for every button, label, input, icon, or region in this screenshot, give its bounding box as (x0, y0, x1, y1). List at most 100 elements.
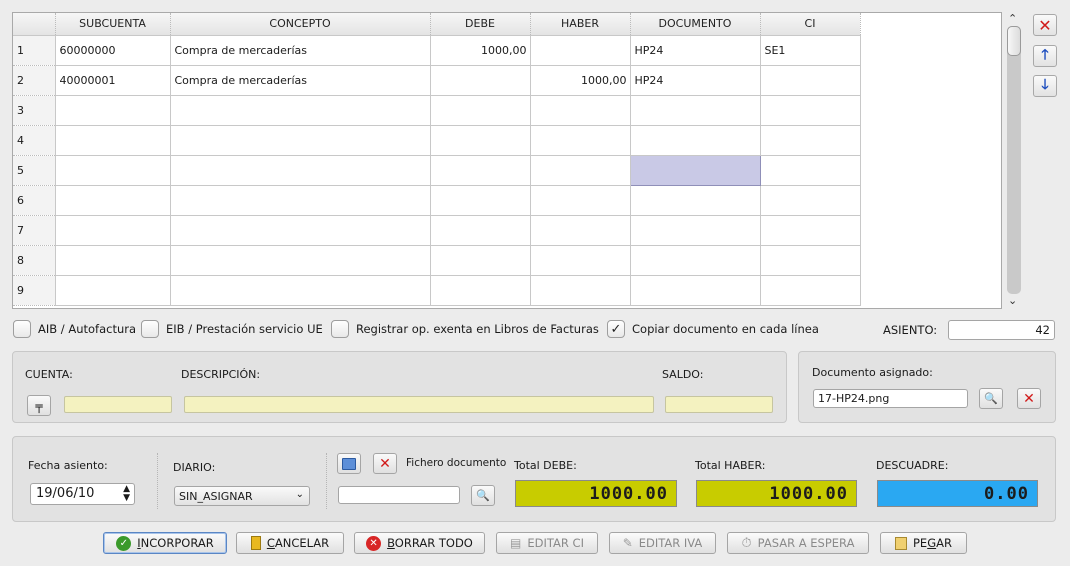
cell-subcuenta[interactable] (55, 245, 171, 276)
checkbox-box[interactable] (331, 320, 349, 338)
row-number[interactable]: 2 (13, 65, 56, 96)
table-row[interactable]: 2 40000001 Compra de mercaderías 1000,00… (13, 65, 861, 96)
pasar-a-espera-button[interactable]: ⏱ PASAR A ESPERA (727, 532, 869, 554)
column-header-concepto[interactable]: CONCEPTO (170, 13, 431, 36)
cell-documento[interactable]: HP24 (630, 35, 761, 66)
cell-ci[interactable] (760, 245, 861, 276)
cell-concepto[interactable]: Compra de mercaderías (170, 65, 431, 96)
cell-concepto[interactable] (170, 215, 431, 246)
scroll-down-arrow-icon[interactable]: ⌄ (1008, 294, 1017, 307)
cell-haber[interactable] (530, 155, 631, 186)
cell-debe[interactable] (430, 215, 531, 246)
cell-haber[interactable] (530, 245, 631, 276)
saldo-field[interactable] (665, 396, 773, 413)
row-number[interactable]: 6 (13, 185, 56, 216)
registrar-exenta-checkbox[interactable]: Registrar op. exenta en Libros de Factur… (331, 320, 599, 338)
cell-debe[interactable] (430, 155, 531, 186)
cell-debe[interactable] (430, 95, 531, 126)
cell-concepto[interactable] (170, 155, 431, 186)
eib-prestacion-checkbox[interactable]: EIB / Prestación servicio UE (141, 320, 323, 338)
delete-line-button[interactable]: ✕ (1033, 14, 1057, 36)
diario-select[interactable]: SIN_ASIGNAR ⌄ (174, 486, 310, 506)
cell-debe[interactable] (430, 275, 531, 306)
documento-asignado-field[interactable]: 17-HP24.png (813, 389, 968, 408)
incorporar-button[interactable]: ✓ INCORPORAR (103, 532, 227, 554)
table-row[interactable]: 7 (13, 215, 861, 246)
table-row[interactable]: 8 (13, 245, 861, 276)
row-number[interactable]: 3 (13, 95, 56, 126)
move-line-up-button[interactable]: 🡑 (1033, 45, 1057, 67)
scrollbar-track[interactable] (1007, 26, 1021, 294)
cell-ci[interactable]: SE1 (760, 35, 861, 66)
fichero-documento-field[interactable] (338, 486, 460, 504)
cell-concepto[interactable] (170, 275, 431, 306)
table-row[interactable]: 5 (13, 154, 861, 186)
cell-documento[interactable] (630, 245, 761, 276)
cell-debe[interactable] (430, 65, 531, 96)
checkbox-box[interactable] (13, 320, 31, 338)
cell-concepto[interactable] (170, 245, 431, 276)
cell-subcuenta[interactable] (55, 215, 171, 246)
cell-documento[interactable] (630, 185, 761, 216)
move-line-down-button[interactable]: 🡓 (1033, 75, 1057, 97)
cell-haber[interactable] (530, 95, 631, 126)
cell-subcuenta[interactable] (55, 95, 171, 126)
remove-document-button[interactable]: ✕ (373, 453, 397, 474)
attach-document-button[interactable] (337, 453, 361, 474)
cell-ci[interactable] (760, 95, 861, 126)
descripcion-field[interactable] (184, 396, 654, 413)
grid-vertical-scrollbar[interactable]: ⌃ ⌄ (1005, 12, 1023, 310)
cancelar-button[interactable]: CANCELAR (236, 532, 344, 554)
scroll-up-arrow-icon[interactable]: ⌃ (1008, 12, 1017, 25)
table-row[interactable]: 1 60000000 Compra de mercaderías 1000,00… (13, 35, 861, 66)
scrollbar-thumb[interactable] (1007, 26, 1021, 56)
cell-documento[interactable]: HP24 (630, 65, 761, 96)
cell-subcuenta[interactable]: 40000001 (55, 65, 171, 96)
checkmark-icon[interactable]: ✓ (607, 320, 625, 338)
table-row[interactable]: 4 (13, 125, 861, 156)
cell-ci[interactable] (760, 155, 861, 186)
asiento-lines-grid[interactable]: SUBCUENTA CONCEPTO DEBE HABER DOCUMENTO … (12, 12, 1002, 309)
column-header-subcuenta[interactable]: SUBCUENTA (55, 13, 171, 36)
cell-documento-selected[interactable] (629, 154, 761, 186)
date-spinner-icon[interactable]: ▲ ▼ (123, 485, 130, 503)
documento-remove-button[interactable]: ✕ (1017, 388, 1041, 409)
cell-documento[interactable] (630, 215, 761, 246)
row-number[interactable]: 1 (13, 35, 56, 66)
cell-haber[interactable] (530, 125, 631, 156)
row-number[interactable]: 9 (13, 275, 56, 306)
cell-concepto[interactable] (170, 185, 431, 216)
cell-debe[interactable]: 1000,00 (430, 35, 531, 66)
cell-haber[interactable] (530, 35, 631, 66)
cell-subcuenta[interactable] (55, 275, 171, 306)
editar-ci-button[interactable]: ▤ EDITAR CI (496, 532, 598, 554)
row-number[interactable]: 8 (13, 245, 56, 276)
cell-documento[interactable] (630, 275, 761, 306)
cell-concepto[interactable] (170, 125, 431, 156)
column-header-haber[interactable]: HABER (530, 13, 631, 36)
cell-haber[interactable] (530, 215, 631, 246)
table-row[interactable]: 9 (13, 275, 861, 306)
cell-documento[interactable] (630, 125, 761, 156)
pegar-button[interactable]: PEGAR (880, 532, 967, 554)
cell-haber[interactable] (530, 185, 631, 216)
row-number[interactable]: 7 (13, 215, 56, 246)
documento-search-button[interactable]: 🔍 (979, 388, 1003, 409)
cell-haber[interactable]: 1000,00 (530, 65, 631, 96)
cell-ci[interactable] (760, 215, 861, 246)
account-search-button[interactable]: ╤ (27, 395, 51, 416)
cell-debe[interactable] (430, 245, 531, 276)
cell-subcuenta[interactable] (55, 125, 171, 156)
table-row[interactable]: 3 (13, 95, 861, 126)
cell-ci[interactable] (760, 125, 861, 156)
cell-subcuenta[interactable] (55, 185, 171, 216)
cell-haber[interactable] (530, 275, 631, 306)
checkbox-box[interactable] (141, 320, 159, 338)
cell-ci[interactable] (760, 185, 861, 216)
editar-iva-button[interactable]: ✎ EDITAR IVA (609, 532, 716, 554)
column-header-documento[interactable]: DOCUMENTO (630, 13, 761, 36)
fecha-asiento-field[interactable]: 19/06/10 ▲ ▼ (30, 483, 135, 505)
fichero-search-button[interactable]: 🔍 (471, 485, 495, 506)
table-row[interactable]: 6 (13, 185, 861, 216)
cell-ci[interactable] (760, 275, 861, 306)
